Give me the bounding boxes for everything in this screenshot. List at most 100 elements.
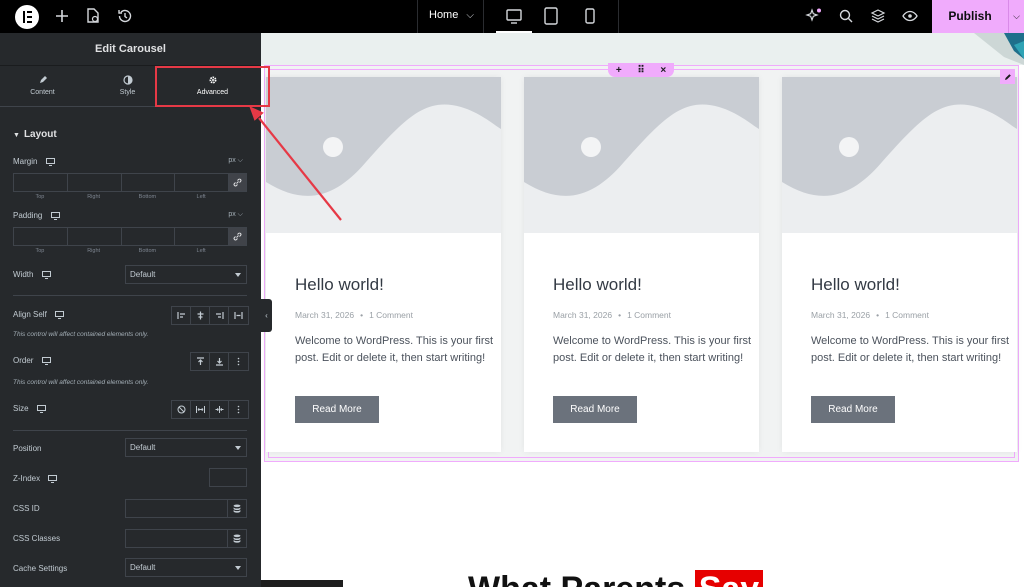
- desktop-icon[interactable]: [45, 157, 55, 166]
- desktop-device-icon[interactable]: [496, 6, 532, 33]
- order-hint: This control will affect contained eleme…: [13, 379, 149, 386]
- size-label-text: Size: [13, 404, 29, 413]
- read-more-button[interactable]: Read More: [811, 396, 895, 423]
- post-title[interactable]: Hello world!: [295, 275, 384, 295]
- read-more-button[interactable]: Read More: [553, 396, 637, 423]
- none-icon[interactable]: [172, 401, 191, 418]
- page-selector[interactable]: Home ⌵: [429, 9, 474, 21]
- css-id-input[interactable]: [125, 499, 247, 518]
- css-classes-input[interactable]: [125, 529, 247, 548]
- position-select[interactable]: Default: [125, 438, 247, 457]
- desktop-icon[interactable]: [48, 474, 58, 483]
- page-settings-icon[interactable]: [84, 7, 102, 25]
- chevron-down-icon[interactable]: ⌵: [1008, 0, 1024, 33]
- link-icon[interactable]: [228, 173, 247, 192]
- padding-top-input[interactable]: [13, 227, 67, 246]
- grow-icon[interactable]: [191, 401, 210, 418]
- margin-right-input[interactable]: [66, 173, 121, 192]
- pencil-icon: [1004, 73, 1011, 80]
- post-image-placeholder[interactable]: [524, 77, 759, 233]
- margin-label: Margin: [13, 157, 55, 166]
- post-excerpt: Welcome to WordPress. This is your first…: [811, 335, 1010, 364]
- align-stretch-icon[interactable]: [229, 307, 248, 324]
- margin-unit-select[interactable]: px ⌵: [228, 157, 243, 165]
- post-title[interactable]: Hello world!: [811, 275, 900, 295]
- section-background: [261, 33, 1024, 65]
- ai-icon[interactable]: [805, 7, 823, 25]
- padding-unit-select[interactable]: px ⌵: [228, 211, 243, 219]
- align-center-icon[interactable]: [191, 307, 210, 324]
- margin-left-input[interactable]: [174, 173, 228, 192]
- elementor-logo-icon[interactable]: [15, 5, 39, 29]
- post-comments[interactable]: 1 Comment: [627, 310, 671, 320]
- section-layout-toggle[interactable]: ▼ Layout: [13, 129, 57, 140]
- margin-top-input[interactable]: [13, 173, 67, 192]
- collapse-panel-button[interactable]: ‹: [261, 299, 272, 332]
- cache-settings-select[interactable]: Default: [125, 558, 247, 577]
- side-label: Bottom: [138, 194, 157, 200]
- history-icon[interactable]: [116, 7, 134, 25]
- close-icon[interactable]: ×: [660, 65, 666, 76]
- desktop-icon[interactable]: [41, 356, 51, 365]
- unit-text: px: [228, 211, 236, 218]
- image-placeholder-icon: [782, 104, 1017, 233]
- side-label: Left: [196, 248, 206, 254]
- width-select[interactable]: Default: [125, 265, 247, 284]
- align-self-label: Align Self: [13, 310, 65, 319]
- post-excerpt: Welcome to WordPress. This is your first…: [295, 335, 494, 364]
- more-options-icon[interactable]: [229, 353, 248, 370]
- separator-dot: •: [360, 310, 364, 320]
- desktop-icon[interactable]: [55, 310, 65, 319]
- add-icon[interactable]: [53, 7, 71, 25]
- align-start-icon[interactable]: [172, 307, 191, 324]
- padding-label-text: Padding: [13, 211, 43, 220]
- more-options-icon[interactable]: [229, 401, 248, 418]
- padding-right-input[interactable]: [66, 227, 121, 246]
- order-last-icon[interactable]: [210, 353, 229, 370]
- desktop-icon[interactable]: [41, 270, 51, 279]
- post-image-placeholder[interactable]: [782, 77, 1017, 233]
- bottom-toolbar: [261, 580, 343, 587]
- align-end-icon[interactable]: [210, 307, 229, 324]
- desktop-icon[interactable]: [50, 211, 60, 220]
- dynamic-tags-icon[interactable]: [227, 500, 246, 517]
- order-label: Order: [13, 356, 51, 365]
- margin-bottom-input[interactable]: [120, 173, 175, 192]
- structure-icon[interactable]: [869, 7, 887, 25]
- divider: [13, 295, 247, 296]
- search-icon[interactable]: [837, 7, 855, 25]
- order-buttons: [190, 352, 249, 371]
- padding-left-input[interactable]: [174, 227, 228, 246]
- edit-widget-button[interactable]: [1000, 69, 1015, 84]
- preview-icon[interactable]: [901, 7, 919, 25]
- post-meta: March 31, 2026 • 1 Comment: [811, 310, 929, 320]
- post-title[interactable]: Hello world!: [553, 275, 642, 295]
- publish-button[interactable]: Publish: [932, 0, 1008, 33]
- divider: [483, 0, 484, 33]
- desktop-icon[interactable]: [36, 404, 46, 413]
- cache-settings-label: Cache Settings: [13, 564, 68, 573]
- size-buttons: [171, 400, 249, 419]
- read-more-button[interactable]: Read More: [295, 396, 379, 423]
- position-label: Position: [13, 444, 42, 453]
- width-label: Width: [13, 270, 51, 279]
- order-first-icon[interactable]: [191, 353, 210, 370]
- dynamic-tags-icon[interactable]: [227, 530, 246, 547]
- css-id-label: CSS ID: [13, 504, 40, 513]
- add-element-icon[interactable]: +: [616, 65, 622, 76]
- z-index-input[interactable]: [209, 468, 247, 487]
- tab-content[interactable]: Content: [0, 66, 85, 106]
- mobile-device-icon[interactable]: [580, 6, 600, 26]
- shrink-icon[interactable]: [210, 401, 229, 418]
- post-comments[interactable]: 1 Comment: [369, 310, 413, 320]
- padding-bottom-input[interactable]: [120, 227, 175, 246]
- link-icon[interactable]: [228, 227, 247, 246]
- image-placeholder-icon: [524, 104, 759, 233]
- drag-handle-icon[interactable]: ⠿: [637, 65, 644, 76]
- element-handle[interactable]: + ⠿ ×: [608, 63, 674, 77]
- post-date: March 31, 2026: [811, 310, 871, 320]
- post-image-placeholder[interactable]: [266, 77, 501, 233]
- tablet-device-icon[interactable]: [541, 6, 561, 26]
- post-comments[interactable]: 1 Comment: [885, 310, 929, 320]
- section-heading: What Parents Say: [468, 570, 764, 587]
